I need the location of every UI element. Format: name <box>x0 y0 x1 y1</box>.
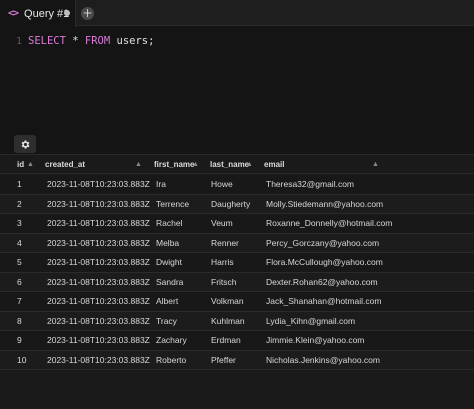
cell-first-name[interactable]: Tracy <box>156 312 177 332</box>
table-row[interactable]: 2 2023-11-08T10:23:03.883Z Terrence Daugher… <box>0 194 474 215</box>
cell-first-name[interactable]: Melba <box>156 234 179 254</box>
column-header-label: id <box>17 160 25 169</box>
results-table: id ▲ created_at ▲ first_name ▲ last_name… <box>0 154 474 409</box>
table-row[interactable]: 7 2023-11-08T10:23:03.883Z Albert Volkman Ja… <box>0 292 474 312</box>
cell-first-name[interactable]: Zachary <box>156 331 187 351</box>
gear-icon <box>21 139 29 149</box>
column-header-first-name[interactable]: first_name ▲ <box>154 155 206 175</box>
code-icon: <> <box>8 8 19 19</box>
cell-first-name[interactable]: Rachel <box>156 214 182 234</box>
cell-id[interactable]: 7 <box>17 292 22 312</box>
cell-email[interactable]: Nicholas.Jenkins@yahoo.com <box>266 351 380 371</box>
column-header-id[interactable]: id ▲ <box>17 155 45 175</box>
tab-bar: <> Query #1 + <box>0 0 474 27</box>
cell-created-at[interactable]: 2023-11-08T10:23:03.883Z <box>47 214 150 234</box>
cell-created-at[interactable]: 2023-11-08T10:23:03.883Z <box>47 273 150 293</box>
code-line[interactable]: SELECT * FROM users; <box>28 35 154 47</box>
cell-email[interactable]: Lydia_Kihn@gmail.com <box>266 312 355 332</box>
table-row[interactable]: 8 2023-11-08T10:23:03.883Z Tracy Kuhlman Lyd… <box>0 311 474 332</box>
column-header-email[interactable]: email ▲ <box>264 155 384 175</box>
cell-first-name[interactable]: Roberto <box>156 351 186 371</box>
cell-created-at[interactable]: 2023-11-08T10:23:03.883Z <box>47 175 150 195</box>
cell-last-name[interactable]: Volkman <box>211 292 244 312</box>
table-row[interactable]: 10 2023-11-08T10:23:03.883Z Roberto Pfeffer… <box>0 350 474 371</box>
cell-created-at[interactable]: 2023-11-08T10:23:03.883Z <box>47 312 150 332</box>
cell-id[interactable]: 9 <box>17 331 22 351</box>
cell-last-name[interactable]: Fritsch <box>211 273 237 293</box>
cell-first-name[interactable]: Terrence <box>156 195 189 215</box>
cell-last-name[interactable]: Erdman <box>211 331 241 351</box>
table-header: id ▲ created_at ▲ first_name ▲ last_name… <box>0 154 474 174</box>
table-row[interactable]: 4 2023-11-08T10:23:03.883Z Melba Renner Perc… <box>0 233 474 254</box>
cell-first-name[interactable]: Dwight <box>156 253 182 273</box>
cell-last-name[interactable]: Daugherty <box>211 195 250 215</box>
cell-email[interactable]: Theresa32@gmail.com <box>266 175 354 195</box>
cell-email[interactable]: Roxanne_Donnelly@hotmail.com <box>266 214 392 234</box>
column-header-label: last_name <box>210 160 250 169</box>
settings-button[interactable] <box>14 135 36 153</box>
cell-id[interactable]: 3 <box>17 214 22 234</box>
table-row[interactable]: 5 2023-11-08T10:23:03.883Z Dwight Harris Flo… <box>0 253 474 273</box>
column-header-created-at[interactable]: created_at ▲ <box>45 155 145 175</box>
column-header-last-name[interactable]: last_name ▲ <box>210 155 262 175</box>
cell-email[interactable]: Jimmie.Klein@yahoo.com <box>266 331 364 351</box>
cell-id[interactable]: 10 <box>17 351 26 371</box>
add-tab-button[interactable]: + <box>81 7 94 20</box>
cell-id[interactable]: 8 <box>17 312 22 332</box>
sql-editor[interactable]: 1 SELECT * FROM users; <box>0 27 474 147</box>
sort-icon: ▲ <box>192 161 199 168</box>
table-row[interactable]: 3 2023-11-08T10:23:03.883Z Rachel Veum Roxan… <box>0 214 474 234</box>
sort-icon: ▲ <box>135 161 142 168</box>
cell-last-name[interactable]: Veum <box>211 214 233 234</box>
cell-first-name[interactable]: Albert <box>156 292 178 312</box>
cell-email[interactable]: Molly.Stiedemann@yahoo.com <box>266 195 383 215</box>
table-row[interactable]: 1 2023-11-08T10:23:03.883Z Ira Howe Theresa3… <box>0 175 474 195</box>
sort-icon: ▲ <box>27 161 34 168</box>
code-rest: users; <box>110 35 155 47</box>
column-header-label: email <box>264 160 285 169</box>
cell-id[interactable]: 1 <box>17 175 22 195</box>
cell-first-name[interactable]: Sandra <box>156 273 183 293</box>
cell-created-at[interactable]: 2023-11-08T10:23:03.883Z <box>47 292 150 312</box>
tab-title: Query #1 <box>24 7 70 20</box>
cell-id[interactable]: 4 <box>17 234 22 254</box>
cell-email[interactable]: Dexter.Rohan62@yahoo.com <box>266 273 378 293</box>
line-number: 1 <box>16 36 23 47</box>
cell-created-at[interactable]: 2023-11-08T10:23:03.883Z <box>47 195 150 215</box>
code-star: * <box>65 35 85 47</box>
cell-email[interactable]: Flora.McCullough@yahoo.com <box>266 253 383 273</box>
cell-email[interactable]: Percy_Gorczany@yahoo.com <box>266 234 379 254</box>
cell-created-at[interactable]: 2023-11-08T10:23:03.883Z <box>47 331 150 351</box>
cell-first-name[interactable]: Ira <box>156 175 166 195</box>
table-row[interactable]: 6 2023-11-08T10:23:03.883Z Sandra Fritsch De… <box>0 272 474 293</box>
cell-last-name[interactable]: Renner <box>211 234 239 254</box>
cell-last-name[interactable]: Pfeffer <box>211 351 236 371</box>
cell-id[interactable]: 2 <box>17 195 22 215</box>
cell-created-at[interactable]: 2023-11-08T10:23:03.883Z <box>47 234 150 254</box>
keyword-select: SELECT <box>28 35 66 47</box>
cell-id[interactable]: 6 <box>17 273 22 293</box>
column-header-label: first_name <box>154 160 195 169</box>
cell-created-at[interactable]: 2023-11-08T10:23:03.883Z <box>47 253 150 273</box>
sort-icon: ▲ <box>246 161 253 168</box>
cell-email[interactable]: Jack_Shanahan@hotmail.com <box>266 292 381 312</box>
cell-id[interactable]: 5 <box>17 253 22 273</box>
cell-last-name[interactable]: Kuhlman <box>211 312 245 332</box>
table-row[interactable]: 9 2023-11-08T10:23:03.883Z Zachary Erdman Ji… <box>0 331 474 351</box>
keyword-from: FROM <box>84 35 111 47</box>
sort-icon: ▲ <box>372 161 379 168</box>
cell-last-name[interactable]: Howe <box>211 175 233 195</box>
column-header-label: created_at <box>45 160 86 169</box>
unsaved-dot-icon[interactable] <box>64 10 70 16</box>
cell-last-name[interactable]: Harris <box>211 253 234 273</box>
tab-query-1[interactable]: <> Query #1 <box>0 0 76 27</box>
cell-created-at[interactable]: 2023-11-08T10:23:03.883Z <box>47 351 150 371</box>
